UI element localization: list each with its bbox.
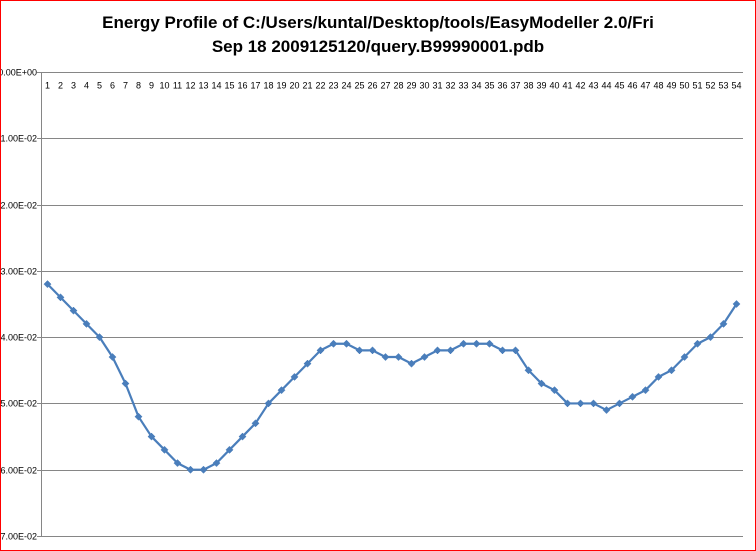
x-tick-label: 32 [445,81,455,91]
y-tick-label: -7.00E-02 [1,532,37,542]
x-tick-label: 23 [328,81,338,91]
y-tick-label: -5.00E-02 [1,399,37,409]
x-tick-label: 5 [97,81,102,91]
x-tick-label: 37 [510,81,520,91]
x-tick-label: 24 [341,81,351,91]
chart-frame: Energy Profile of C:/Users/kuntal/Deskto… [0,0,756,551]
x-tick-label: 21 [302,81,312,91]
x-tick-label: 40 [549,81,559,91]
x-tick-label: 54 [731,81,741,91]
data-point [342,339,351,348]
x-tick-label: 44 [601,81,611,91]
x-tick-label: 49 [666,81,676,91]
x-tick-label: 15 [224,81,234,91]
data-point [602,406,611,415]
y-tick-label: -1.00E-02 [1,134,37,144]
x-tick-label: 47 [640,81,650,91]
x-tick-label: 50 [679,81,689,91]
x-tick-label: 43 [588,81,598,91]
data-point [329,339,338,348]
x-tick-label: 8 [136,81,141,91]
x-tick-label: 10 [159,81,169,91]
x-tick-label: 4 [84,81,89,91]
x-tick-label: 26 [367,81,377,91]
x-tick-label: 9 [149,81,154,91]
chart-plot: 0.00E+00 -1.00E-02 -2.00E-02 -3.00E-02 -4.00… [1,68,743,542]
x-tick-label: 52 [705,81,715,91]
x-tick-label: 35 [484,81,494,91]
x-tick-label: 19 [276,81,286,91]
x-tick-label: 33 [458,81,468,91]
x-tick-label: 31 [432,81,442,91]
y-tick-label: 0.00E+00 [1,68,37,78]
x-tick-label: 38 [523,81,533,91]
y-tick-label: -6.00E-02 [1,466,37,476]
x-tick-label: 11 [173,81,182,91]
data-point [381,353,390,361]
x-tick-label: 6 [110,81,115,91]
x-tick-label: 27 [380,81,390,91]
data-point [472,339,481,348]
data-point [576,399,585,408]
x-tick-label: 39 [536,81,546,91]
x-tick-label: 7 [123,81,128,91]
x-tick-label: 22 [315,81,325,91]
x-tick-label: 1 [45,81,50,91]
x-tick-label: 29 [406,81,416,91]
x-tick-label: 14 [211,81,221,91]
x-tick-label: 16 [237,81,247,91]
x-tick-label: 3 [71,81,76,91]
y-tick-label: -3.00E-02 [1,267,37,277]
x-tick-label: 30 [419,81,429,91]
x-tick-label: 12 [185,81,195,91]
data-point [628,392,637,401]
y-tick-label: -2.00E-02 [1,201,37,211]
x-tick-label: 53 [718,81,728,91]
y-tick-label: -4.00E-02 [1,333,37,343]
x-tick-label: 48 [653,81,663,91]
x-tick-label: 2 [58,81,63,91]
data-point [121,379,130,388]
series-line [46,283,738,471]
x-tick-label: 34 [471,81,481,91]
x-tick-label: 25 [354,81,364,91]
x-tick-label: 42 [575,81,585,91]
x-tick-label: 28 [393,81,403,91]
x-tick-label: 18 [263,81,273,91]
x-tick-label: 46 [627,81,637,91]
data-point [459,339,468,348]
data-point [407,359,416,368]
x-tick-label: 41 [562,81,572,91]
x-tick-label: 36 [497,81,507,91]
x-tick-label: 17 [250,81,260,91]
x-tick-label: 45 [614,81,624,91]
x-tick-label: 13 [198,81,208,91]
data-point [485,339,494,348]
x-tick-label: 20 [289,81,299,91]
x-tick-label: 51 [692,81,702,91]
